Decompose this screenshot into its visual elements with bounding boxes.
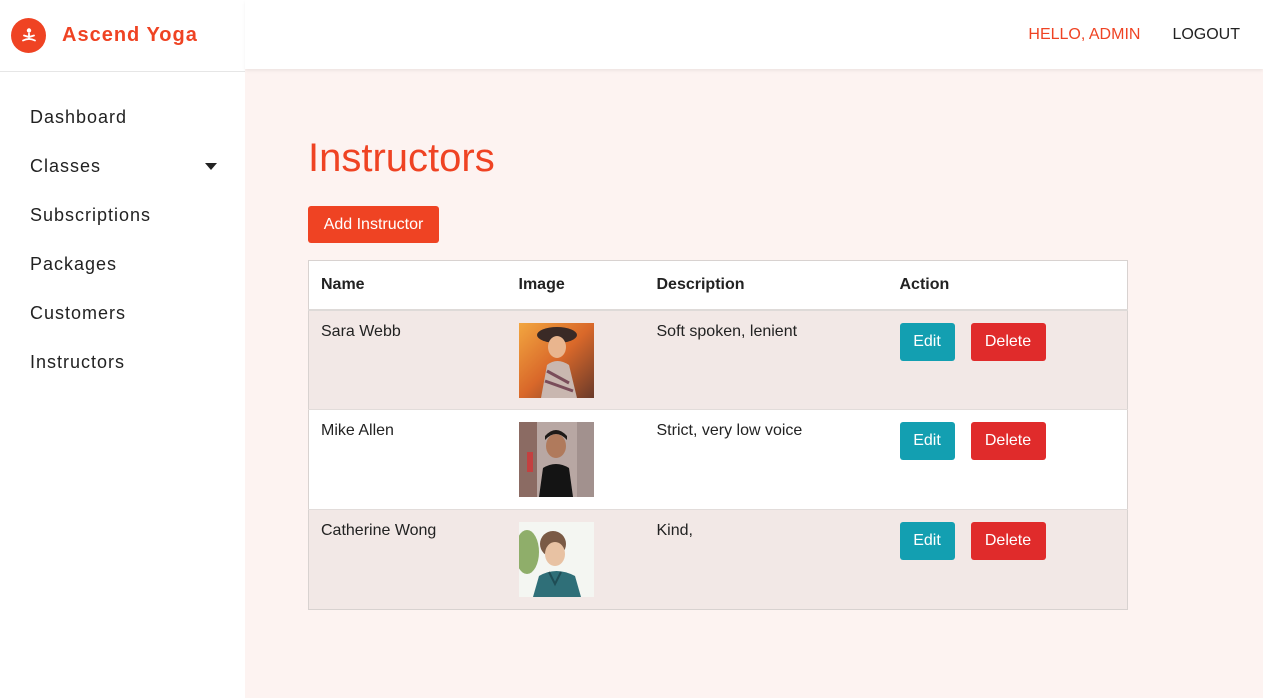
table-row: Catherine Wong Kind, Edit Delete [308, 509, 1128, 610]
instructors-table: Name Image Description Action Sara Webb [308, 260, 1128, 610]
sidebar-item-dashboard[interactable]: Dashboard [0, 93, 245, 142]
sidebar-item-subscriptions[interactable]: Subscriptions [0, 191, 245, 240]
column-header-name: Name [308, 260, 507, 311]
instructor-image-cell [506, 409, 645, 510]
sidebar-item-customers[interactable]: Customers [0, 289, 245, 338]
edit-button[interactable]: Edit [899, 522, 955, 560]
instructor-image-cell [506, 509, 645, 610]
sidebar-item-label: Dashboard [30, 107, 128, 127]
instructor-description: Soft spoken, lenient [644, 309, 888, 410]
instructor-description: Strict, very low voice [644, 409, 888, 510]
table-row: Mike Allen Strict, very low voice Edit De… [308, 409, 1128, 510]
sidebar-item-label: Subscriptions [30, 205, 152, 225]
column-header-image: Image [506, 260, 645, 311]
sidebar-item-label: Instructors [30, 352, 126, 372]
instructor-name: Mike Allen [308, 409, 507, 510]
logout-link[interactable]: LOGOUT [1172, 26, 1240, 44]
sidebar-item-label: Customers [30, 303, 127, 323]
user-greeting: HELLO, ADMIN [1028, 25, 1141, 43]
instructor-description: Kind, [644, 509, 888, 610]
brand[interactable]: Ascend Yoga [0, 0, 245, 72]
top-bar: HELLO, ADMIN LOGOUT [245, 0, 1263, 69]
action-cell: Edit Delete [887, 409, 1128, 510]
sidebar-nav: Dashboard Classes Subscriptions Packages… [0, 72, 245, 387]
brand-name: Ascend Yoga [62, 24, 198, 46]
main-content: Instructors Add Instructor Name Image De… [308, 130, 1128, 610]
instructor-photo [518, 522, 594, 597]
table-header-row: Name Image Description Action [308, 260, 1128, 311]
action-cell: Edit Delete [887, 509, 1128, 610]
chevron-down-icon[interactable] [205, 163, 217, 170]
sidebar-item-packages[interactable]: Packages [0, 240, 245, 289]
delete-button[interactable]: Delete [970, 322, 1046, 361]
column-header-description: Description [644, 260, 888, 311]
instructor-name: Sara Webb [308, 309, 507, 410]
column-header-action: Action [887, 260, 1128, 311]
sidebar-item-instructors[interactable]: Instructors [0, 338, 245, 387]
sidebar: Ascend Yoga Dashboard Classes Subscripti… [0, 0, 245, 698]
page-title: Instructors [308, 136, 495, 180]
instructor-image-cell [506, 309, 645, 410]
sidebar-item-label: Packages [30, 254, 118, 274]
edit-button[interactable]: Edit [899, 322, 955, 361]
edit-button[interactable]: Edit [899, 422, 955, 460]
sidebar-item-label: Classes [30, 156, 102, 176]
table-row: Sara Webb Soft spoken, lenient Edit Dele… [308, 309, 1128, 410]
add-instructor-button[interactable]: Add Instructor [308, 206, 439, 243]
yoga-logo-icon [11, 18, 46, 53]
instructor-name: Catherine Wong [308, 509, 507, 610]
sidebar-item-classes[interactable]: Classes [0, 142, 245, 191]
instructor-photo [518, 422, 594, 497]
delete-button[interactable]: Delete [970, 522, 1046, 560]
instructor-photo [518, 322, 594, 398]
action-cell: Edit Delete [887, 309, 1128, 410]
delete-button[interactable]: Delete [970, 422, 1046, 460]
